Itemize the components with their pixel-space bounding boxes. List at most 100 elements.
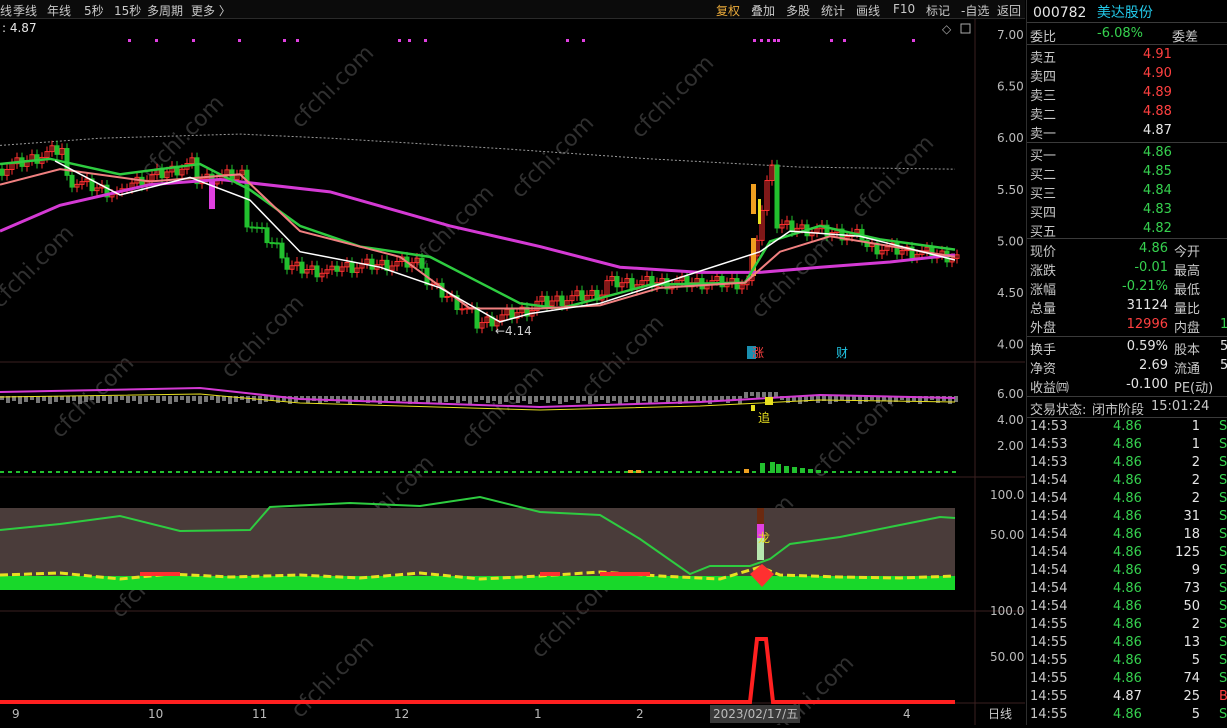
tick-time: 14:54 <box>1030 563 1068 578</box>
event-tag-zhang[interactable]: 涨 <box>752 345 764 360</box>
pane1-volume-bar <box>808 469 813 473</box>
tick-flag: S <box>1219 707 1227 722</box>
pane1-bar <box>588 396 592 404</box>
pane1-tick-label: 2.00 <box>997 439 1024 453</box>
pane1-volume-bar <box>888 471 892 473</box>
weibi-value: -6.08% <box>1097 26 1143 41</box>
tick-row: 14:55 4.86 2 S <box>1027 616 1227 635</box>
diamond-icon[interactable]: ◇ <box>942 22 952 36</box>
stat-label-2: 内盘 <box>1174 321 1201 336</box>
window-toggle-icon[interactable] <box>960 23 971 34</box>
toolbar-item-5[interactable]: 多周期 <box>147 2 183 19</box>
tick-flag: S <box>1219 599 1227 614</box>
pane1-bar <box>180 396 184 400</box>
tick-price: 4.86 <box>1113 707 1142 722</box>
toolbar-item-2[interactable]: 年线 <box>47 2 71 19</box>
signal-dot <box>155 39 158 42</box>
pane1-volume-bar <box>280 471 284 473</box>
signal-dot <box>424 39 427 42</box>
pane1-bar <box>72 396 76 401</box>
pane1-bar <box>846 396 850 403</box>
pane1-volume-bar <box>520 471 524 473</box>
ask-level: 卖三 4.89 <box>1027 84 1227 104</box>
pane1-volume-bar <box>832 471 836 473</box>
tick-time: 14:54 <box>1030 491 1068 506</box>
pane1-bar <box>858 396 862 404</box>
price-readout: : 4.87 <box>2 21 37 35</box>
kline-chart[interactable]: cfchi.comcfchi.comcfchi.comcfchi.comcfch… <box>0 19 1025 728</box>
pane1-volume-bar <box>848 471 852 473</box>
toolbar-right-item-5[interactable]: F10 <box>893 2 915 16</box>
tick-flag: S <box>1219 419 1227 434</box>
date-tick-label: 11 <box>252 707 267 721</box>
toolbar-item-3[interactable]: 5秒 <box>84 2 104 19</box>
toolbar-item-4[interactable]: 15秒 <box>114 2 141 19</box>
tick-row: 14:53 4.86 1 S <box>1027 436 1227 455</box>
watermark-text: cfchi.com <box>0 221 79 314</box>
tick-row: 14:55 4.86 5 S <box>1027 706 1227 725</box>
pane1-bar <box>126 396 130 403</box>
pane1-bar <box>360 396 364 400</box>
stat-label: 净资 <box>1030 362 1057 377</box>
divider <box>1027 238 1227 239</box>
pane1-volume-bar <box>440 471 444 473</box>
toolbar-right-item-3[interactable]: 统计 <box>821 2 845 19</box>
tick-flag: S <box>1219 437 1227 452</box>
quote-panel: 000782 美达股份 委比 -6.08% 委差 卖五 4.91 卖四 4.90 卖三 4… <box>1026 0 1227 725</box>
toolbar-right-item-0[interactable]: 复权 <box>716 2 740 19</box>
ask-price: 4.91 <box>1143 47 1172 62</box>
signal-dot <box>830 39 833 42</box>
stat-label: 现价 <box>1030 245 1057 260</box>
toolbar-right-item-4[interactable]: 画线 <box>856 2 880 19</box>
toolbar-right-item-7[interactable]: -自选 <box>961 2 989 19</box>
indicator-pane-1-axis: 6.00 4.00 2.00 <box>997 387 1024 453</box>
candle-body <box>544 295 550 307</box>
period-label[interactable]: 日线 <box>988 707 1012 721</box>
candle-body <box>774 164 780 229</box>
toolbar-item-1[interactable]: 季线 <box>13 2 37 19</box>
signal-dot <box>843 39 846 42</box>
stock-name[interactable]: 美达股份 <box>1097 5 1153 21</box>
tick-price: 4.86 <box>1113 473 1142 488</box>
toolbar-right-item-2[interactable]: 多股 <box>786 2 810 19</box>
toolbar-right-item-1[interactable]: 叠加 <box>751 2 775 19</box>
stat-value: -0.21% <box>1122 279 1168 294</box>
chase-signal-label: 追 <box>758 410 770 425</box>
pane1-volume-bar <box>760 463 765 473</box>
toolbar-right-item-8[interactable]: 返回 <box>997 2 1021 19</box>
pane1-volume-bar <box>320 471 324 473</box>
watermark-text: cfchi.com <box>847 131 940 224</box>
weibi-label: 委比 <box>1030 30 1057 45</box>
pane1-bar <box>624 396 628 402</box>
event-tag-cai[interactable]: 财 <box>836 346 848 360</box>
toolbar-item-6[interactable]: 更多 〉 <box>191 2 231 19</box>
pane1-volume-bar <box>424 471 428 473</box>
tick-price: 4.86 <box>1113 455 1142 470</box>
pane1-volume-bar <box>648 471 652 473</box>
toolbar-item-0[interactable]: 线 <box>0 2 12 19</box>
divider <box>1027 142 1227 143</box>
ask-level: 卖二 4.88 <box>1027 103 1227 123</box>
pane1-volume-bar <box>672 471 676 473</box>
pane1-volume-bar <box>400 471 404 473</box>
pane1-bar <box>156 396 160 403</box>
toolbar-right-item-6[interactable]: 标记 <box>926 2 950 19</box>
tick-volume: 1 <box>1191 419 1200 434</box>
pane2-band <box>0 508 955 576</box>
pane1-tick-label: 4.00 <box>997 413 1024 427</box>
pane1-bar <box>672 396 676 401</box>
pane1-volume-bar <box>664 471 668 473</box>
date-axis: 9 10 11 12 1 2 2023/02/17/五 4 <box>12 705 911 723</box>
candle-body <box>614 275 620 288</box>
pane2-signal-bar <box>757 508 764 524</box>
stat-value: 31124 <box>1126 298 1168 313</box>
candle-body <box>444 295 450 298</box>
kline-chart-area[interactable]: cfchi.com cfchi.com cfchi.com cfchi.com cfch… <box>0 19 1025 728</box>
tick-price: 4.86 <box>1113 491 1142 506</box>
pane1-volume-bar <box>628 470 633 473</box>
pane1-bar <box>114 396 118 402</box>
candle-body <box>789 220 795 233</box>
pane1-volume-bar <box>392 471 396 473</box>
pane1-volume-bar <box>200 471 204 473</box>
pane1-volume-bar <box>80 471 84 473</box>
